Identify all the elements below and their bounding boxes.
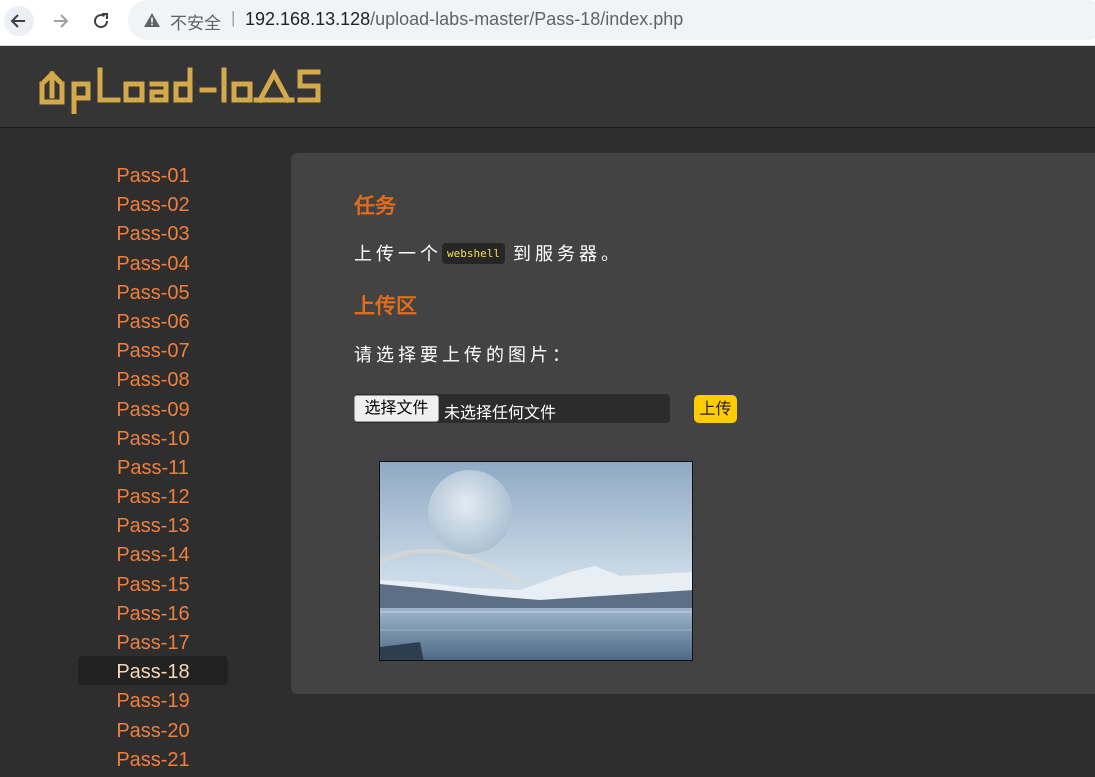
- sidebar-item-pass-19[interactable]: Pass-19: [78, 685, 228, 714]
- url-path: /upload-labs-master/Pass-18/index.php: [370, 9, 684, 29]
- sidebar-item-pass-12[interactable]: Pass-12: [78, 481, 228, 510]
- sidebar-item-pass-15[interactable]: Pass-15: [78, 569, 228, 598]
- reload-button[interactable]: [86, 6, 116, 36]
- sidebar-item-pass-21[interactable]: Pass-21: [78, 744, 228, 773]
- sidebar-item-pass-03[interactable]: Pass-03: [78, 218, 228, 247]
- task-heading: 任务: [354, 194, 396, 218]
- upload-heading: 上传区: [354, 294, 417, 318]
- upload-prompt: 请选择要上传的图片：: [354, 345, 574, 366]
- uploaded-image-preview: [379, 461, 693, 661]
- webshell-code: webshell: [442, 242, 505, 264]
- sidebar-item-pass-09[interactable]: Pass-09: [78, 394, 228, 423]
- sidebar-item-pass-11[interactable]: Pass-11: [78, 452, 228, 481]
- sidebar-item-pass-05[interactable]: Pass-05: [78, 277, 228, 306]
- url-separator: |: [231, 8, 236, 27]
- warning-icon[interactable]: [143, 11, 161, 29]
- browser-toolbar: 不安全 | 192.168.13.128/upload-labs-master/…: [0, 0, 1095, 46]
- task-prefix: 上传一个: [354, 244, 442, 265]
- task-suffix: 到服务器。: [512, 244, 623, 265]
- landscape-image: [380, 462, 692, 660]
- sidebar-item-pass-16[interactable]: Pass-16: [78, 598, 228, 627]
- arrow-right-icon: [54, 14, 69, 28]
- url-host: 192.168.13.128: [245, 9, 371, 29]
- reload-icon: [94, 13, 109, 29]
- forward-button[interactable]: [45, 6, 75, 36]
- sidebar-item-pass-18[interactable]: Pass-18: [78, 656, 228, 686]
- file-input[interactable]: 选择文件 未选择任何文件: [354, 394, 670, 423]
- sidebar-item-pass-08[interactable]: Pass-08: [78, 364, 228, 393]
- sidebar-item-pass-01[interactable]: Pass-01: [78, 160, 228, 189]
- sidebar-item-pass-06[interactable]: Pass-06: [78, 306, 228, 335]
- sidebar-item-pass-13[interactable]: Pass-13: [78, 510, 228, 539]
- arrow-left-icon: [10, 14, 25, 28]
- sidebar-item-pass-10[interactable]: Pass-10: [78, 423, 228, 452]
- site-header: [0, 46, 1095, 128]
- url-text[interactable]: 192.168.13.128/upload-labs-master/Pass-1…: [245, 9, 683, 30]
- sidebar-item-pass-14[interactable]: Pass-14: [78, 539, 228, 568]
- task-description: 上传一个 webshell 到服务器。: [354, 240, 623, 266]
- file-status-text: 未选择任何文件: [444, 403, 557, 422]
- upload-labs-logo-icon: [39, 67, 321, 115]
- back-button[interactable]: [4, 6, 34, 36]
- sidebar-item-pass-04[interactable]: Pass-04: [78, 248, 228, 277]
- choose-file-button[interactable]: 选择文件: [354, 395, 439, 422]
- sidebar-item-pass-02[interactable]: Pass-02: [78, 189, 228, 218]
- sidebar-item-pass-07[interactable]: Pass-07: [78, 335, 228, 364]
- sidebar-nav: Pass-01 Pass-02 Pass-03 Pass-04 Pass-05 Pass-…: [78, 160, 228, 773]
- sidebar-item-pass-20[interactable]: Pass-20: [78, 715, 228, 744]
- upload-submit-button[interactable]: 上传: [694, 395, 737, 423]
- site-logo[interactable]: [38, 62, 328, 119]
- sidebar-item-pass-17[interactable]: Pass-17: [78, 627, 228, 656]
- insecure-label[interactable]: 不安全: [170, 9, 221, 34]
